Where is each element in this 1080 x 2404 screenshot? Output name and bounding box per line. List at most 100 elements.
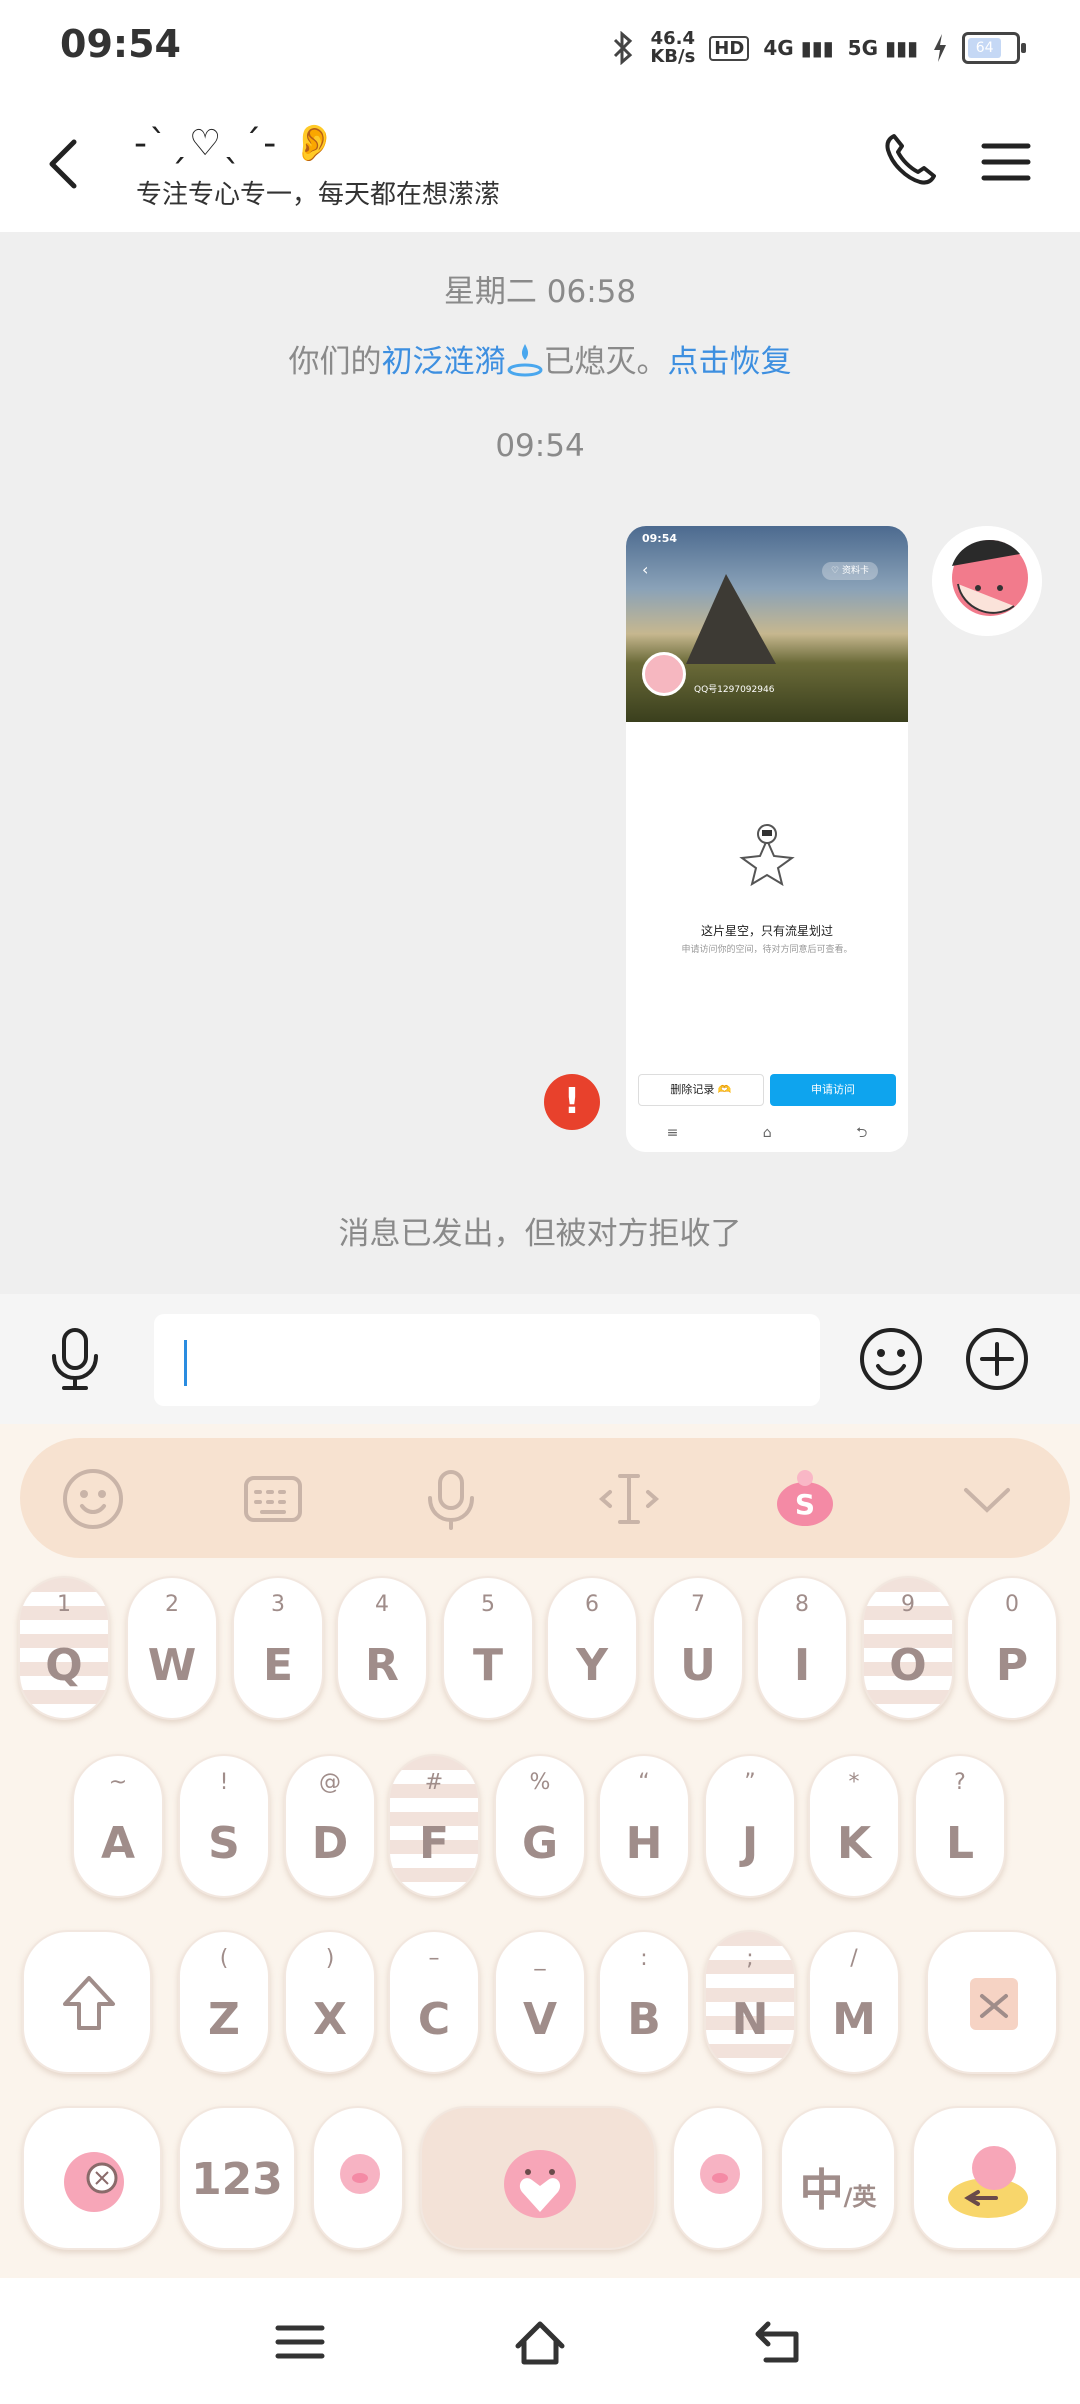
key-label: D bbox=[311, 1818, 349, 1869]
restore-link[interactable]: 点击恢复 bbox=[668, 344, 792, 380]
key-f[interactable]: # F bbox=[388, 1754, 480, 1898]
signal-5g: 5G ▮▮▮ bbox=[848, 36, 918, 60]
microphone-icon[interactable] bbox=[418, 1466, 484, 1532]
key-x[interactable]: ) X bbox=[284, 1930, 376, 2074]
chat-area[interactable]: 星期二 06:58 你们的初泛涟漪 已熄灭。点击恢复 09:54 09:54 ‹ … bbox=[0, 232, 1080, 1294]
number-key[interactable]: 123 bbox=[178, 2106, 296, 2250]
period-key[interactable] bbox=[672, 2106, 764, 2250]
contact-name[interactable]: -ˋˏ♡ˎˊ- 👂 bbox=[134, 122, 339, 164]
key-o[interactable]: 9O bbox=[862, 1576, 954, 1720]
key-q[interactable]: 1Q bbox=[18, 1576, 110, 1720]
key-hint: ; bbox=[746, 1946, 754, 1971]
battery-fill: 64 bbox=[968, 38, 1002, 58]
key-hint: ? bbox=[954, 1770, 966, 1795]
key-t[interactable]: 5T bbox=[442, 1576, 534, 1720]
signal-5g-label: 5G bbox=[847, 36, 878, 60]
key-hint: 4 bbox=[375, 1592, 389, 1617]
image-message[interactable]: 09:54 ‹ ♡ 资料卡 QQ号1297092946 这片星空，只有流星划过 … bbox=[626, 526, 908, 1152]
smiley-icon[interactable] bbox=[60, 1466, 126, 1532]
key-g[interactable]: % G bbox=[494, 1754, 586, 1898]
screenshot-apply-button: 申请访问 bbox=[770, 1074, 896, 1106]
notice-middle: 已熄灭。 bbox=[543, 344, 668, 380]
home-icon[interactable] bbox=[512, 2316, 568, 2368]
key-e[interactable]: 3E bbox=[232, 1576, 324, 1720]
screenshot-header-image: 09:54 ‹ ♡ 资料卡 QQ号1297092946 bbox=[626, 526, 908, 722]
number-key-label: 123 bbox=[191, 2154, 283, 2205]
key-label: O bbox=[889, 1640, 927, 1691]
status-bar: 09:54 46.4 KB/s HD 4G ▮▮▮ 5G ▮▮▮ 64 bbox=[0, 0, 1080, 96]
language-key-label: 中/英 bbox=[782, 2154, 894, 2218]
key-label: N bbox=[731, 1994, 769, 2045]
key-hint: ) bbox=[325, 1946, 335, 1971]
key-hint: 0 bbox=[1005, 1592, 1019, 1617]
keyboard-icon[interactable] bbox=[240, 1466, 306, 1532]
key-label: E bbox=[262, 1640, 294, 1691]
status-time: 09:54 bbox=[60, 22, 181, 66]
cursor-icon[interactable] bbox=[596, 1466, 662, 1532]
send-failed-icon[interactable]: ! bbox=[544, 1074, 600, 1130]
microphone-icon[interactable] bbox=[44, 1326, 106, 1392]
menu-icon[interactable] bbox=[978, 134, 1034, 190]
signal-4g: 4G ▮▮▮ bbox=[763, 36, 833, 60]
sogou-logo-icon[interactable]: S bbox=[772, 1466, 838, 1532]
key-b[interactable]: :B bbox=[598, 1930, 690, 2074]
key-hint: ! bbox=[219, 1770, 229, 1795]
language-switch-key[interactable]: 中/英 bbox=[780, 2106, 896, 2250]
key-label: K bbox=[836, 1818, 872, 1869]
emoji-icon[interactable] bbox=[858, 1326, 924, 1392]
space-key[interactable] bbox=[420, 2106, 656, 2250]
backspace-key[interactable] bbox=[926, 1930, 1058, 2074]
message-input[interactable] bbox=[154, 1314, 820, 1406]
key-j[interactable]: ” J bbox=[704, 1754, 796, 1898]
key-y[interactable]: 6Y bbox=[546, 1576, 638, 1720]
spark-name[interactable]: 初泛涟漪 bbox=[382, 344, 506, 380]
back-icon[interactable] bbox=[36, 134, 96, 194]
key-i[interactable]: 8I bbox=[756, 1576, 848, 1720]
key-v[interactable]: _ V bbox=[494, 1930, 586, 2074]
key-hint: ~ bbox=[108, 1770, 128, 1795]
key-hint: 5 bbox=[481, 1592, 495, 1617]
key-c[interactable]: – C bbox=[388, 1930, 480, 2074]
key-m[interactable]: / M bbox=[808, 1930, 900, 2074]
pig-heart-icon bbox=[504, 2150, 576, 2218]
avatar[interactable] bbox=[932, 526, 1042, 636]
shift-key[interactable] bbox=[22, 1930, 152, 2074]
enter-key[interactable] bbox=[912, 2106, 1058, 2250]
screenshot-title: 这片星空，只有流星划过 bbox=[700, 924, 833, 938]
screenshot-nav-icons: ≡ ⌂ ⮌ bbox=[666, 1125, 908, 1141]
key-hint: : bbox=[640, 1946, 648, 1971]
svg-text:S: S bbox=[795, 1488, 815, 1521]
signal-bars-icon: ▮▮▮ bbox=[800, 36, 834, 60]
key-p[interactable]: 0P bbox=[966, 1576, 1058, 1720]
key-hint: 7 bbox=[691, 1592, 705, 1617]
key-a[interactable]: ~ A bbox=[72, 1754, 164, 1898]
key-label: J bbox=[741, 1818, 759, 1869]
key-s[interactable]: ! S bbox=[178, 1754, 270, 1898]
chat-header: -ˋˏ♡ˎˊ- 👂 专注专心专一，每天都在想潆潆 bbox=[0, 96, 1080, 232]
key-hint: 2 bbox=[165, 1592, 179, 1617]
screenshot-delete-button: 删除记录 🫶 bbox=[638, 1074, 764, 1106]
key-w[interactable]: 2W bbox=[126, 1576, 218, 1720]
back-nav-icon[interactable] bbox=[752, 2316, 808, 2368]
key-d[interactable]: @ D bbox=[284, 1754, 376, 1898]
recents-icon[interactable] bbox=[272, 2316, 328, 2368]
key-label: L bbox=[945, 1818, 975, 1869]
ripple-icon bbox=[507, 344, 542, 377]
key-h[interactable]: “H bbox=[598, 1754, 690, 1898]
net-speed-unit: KB/s bbox=[650, 46, 696, 67]
key-z[interactable]: (Z bbox=[178, 1930, 270, 2074]
phone-icon[interactable] bbox=[880, 130, 940, 190]
key-l[interactable]: ? L bbox=[914, 1754, 1006, 1898]
key-n[interactable]: ; N bbox=[704, 1930, 796, 2074]
key-u[interactable]: 7U bbox=[652, 1576, 744, 1720]
pig-face-icon bbox=[340, 2154, 380, 2194]
chevron-down-icon[interactable] bbox=[954, 1466, 1020, 1532]
text-caret bbox=[184, 1340, 187, 1386]
key-label: F bbox=[418, 1818, 450, 1869]
plus-icon[interactable] bbox=[964, 1326, 1030, 1392]
comma-key[interactable] bbox=[312, 2106, 404, 2250]
emoji-keyboard-key[interactable] bbox=[22, 2106, 162, 2250]
key-label: V bbox=[522, 1994, 558, 2045]
key-r[interactable]: 4R bbox=[336, 1576, 428, 1720]
key-k[interactable]: * K bbox=[808, 1754, 900, 1898]
